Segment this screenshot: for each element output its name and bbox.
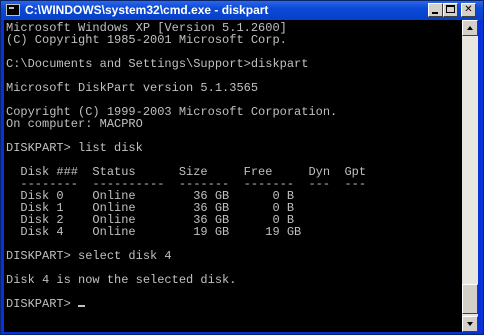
- window-title: C:\WINDOWS\system32\cmd.exe - diskpart: [25, 3, 269, 17]
- console-line: Microsoft DiskPart version 5.1.3565: [6, 81, 259, 95]
- minimize-icon[interactable]: [428, 3, 443, 17]
- console-line: DISKPART>: [6, 298, 462, 310]
- scroll-up-arrow-icon[interactable]: [462, 20, 478, 36]
- console-line: (C) Copyright 1985-2001 Microsoft Corp.: [6, 33, 287, 47]
- maximize-icon[interactable]: [443, 3, 458, 17]
- console-line: C:\Documents and Settings\Support>diskpa…: [6, 57, 309, 71]
- cmd-window-icon[interactable]: [6, 4, 20, 16]
- console-text: Microsoft Windows XP [Version 5.1.2600](…: [4, 20, 462, 310]
- cmd-window: C:\WINDOWS\system32\cmd.exe - diskpart ✕…: [0, 0, 484, 335]
- text-cursor: [78, 305, 86, 307]
- console-line: Disk 4 Online 19 GB 19 GB: [6, 225, 302, 239]
- console-output[interactable]: Microsoft Windows XP [Version 5.1.2600](…: [4, 20, 462, 332]
- console-line: Disk 4 is now the selected disk.: [6, 273, 237, 287]
- close-icon[interactable]: ✕: [461, 3, 476, 17]
- scrollbar-thumb[interactable]: [462, 284, 478, 314]
- console-line: DISKPART> list disk: [6, 141, 143, 155]
- console-line: DISKPART> select disk 4: [6, 249, 172, 263]
- vertical-scrollbar[interactable]: [462, 20, 478, 332]
- console-line: On computer: MACPRO: [6, 117, 143, 131]
- title-bar[interactable]: C:\WINDOWS\system32\cmd.exe - diskpart ✕: [1, 1, 483, 20]
- scroll-down-arrow-icon[interactable]: [462, 316, 478, 332]
